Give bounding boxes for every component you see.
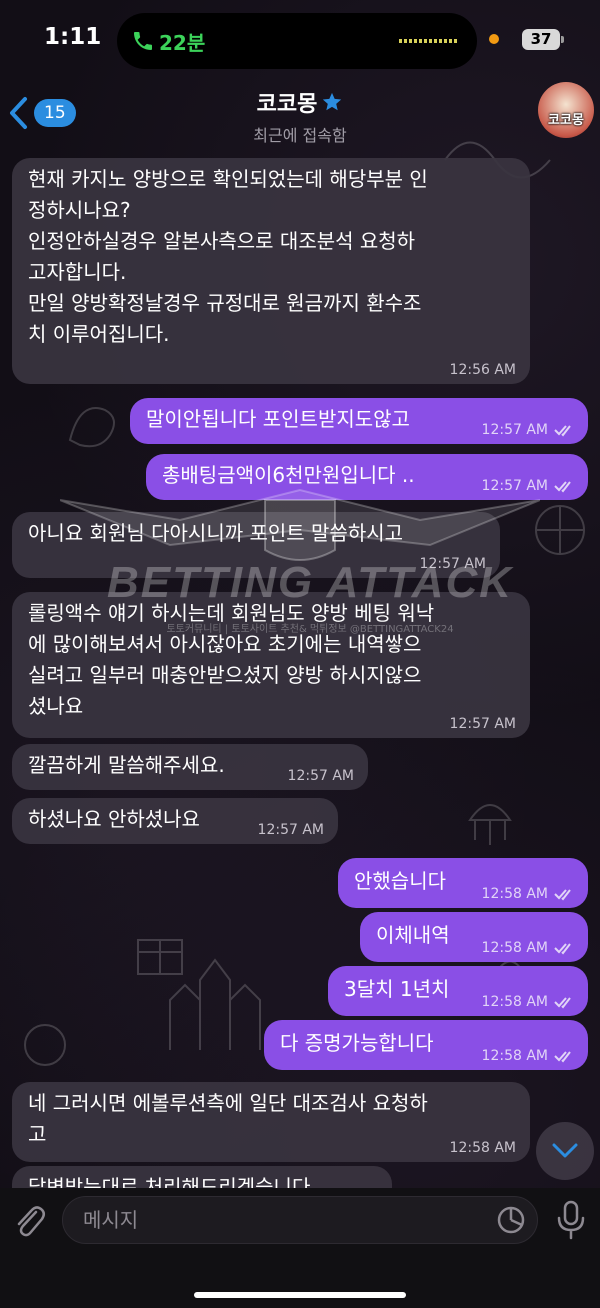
double-check-icon	[554, 889, 571, 901]
dynamic-island-call[interactable]: 22분	[117, 13, 477, 69]
microphone-icon[interactable]	[556, 1200, 586, 1240]
message-bubble-outgoing[interactable]: 이체내역 12:58 AM	[360, 912, 588, 962]
ball-doodle-icon	[24, 1024, 66, 1066]
chat-title-area[interactable]: 코코몽 최근에 접속함	[0, 86, 600, 146]
message-time: 12:56 AM	[449, 362, 516, 378]
message-text: 현재 카지노 양방으로 확인되었는데 해당부분 인 정하시나요? 인정안하실경우…	[28, 167, 428, 346]
message-bubble-incoming[interactable]: 깔끔하게 말씀해주세요. 12:57 AM	[12, 744, 368, 790]
message-bubble-outgoing[interactable]: 3달치 1년치 12:58 AM	[328, 966, 588, 1016]
call-duration: 22분	[159, 31, 206, 55]
double-check-icon	[554, 997, 571, 1009]
message-time: 12:58 AM	[481, 1048, 548, 1064]
message-bubble-outgoing[interactable]: 총배팅금액이6천만원입니다 .. 12:57 AM	[146, 454, 588, 500]
mic-indicator-icon	[489, 34, 499, 44]
last-seen-status: 최근에 접속함	[253, 126, 347, 145]
double-check-icon	[554, 481, 571, 493]
message-bubble-outgoing[interactable]: 말이안됩니다 포인트받지도않고 12:57 AM	[130, 398, 588, 444]
double-check-icon	[554, 1051, 571, 1063]
bird-doodle-icon	[68, 407, 115, 448]
sticker-icon[interactable]	[496, 1205, 526, 1235]
avatar[interactable]: 코코몽	[538, 82, 594, 138]
double-check-icon	[554, 425, 571, 437]
star-icon	[323, 92, 342, 111]
message-input-bar: 메시지	[0, 1188, 600, 1308]
message-time: 12:58 AM	[481, 994, 548, 1010]
message-text: 롤링액수 얘기 하시는데 회원님도 양방 베팅 워낙 에 많이해보셔서 아시잖아…	[28, 601, 435, 718]
avatar-logo-text: 코코몽	[548, 113, 584, 128]
status-bar: 1:11 22분 37	[0, 0, 600, 80]
status-time: 1:11	[44, 24, 102, 50]
battery-indicator: 37	[522, 29, 564, 50]
basketball-doodle-icon	[535, 505, 585, 555]
home-indicator	[194, 1292, 406, 1298]
chat-header: 15 코코몽 최근에 접속함 코코몽	[0, 80, 600, 148]
jellyfish-doodle-icon	[468, 804, 512, 845]
audio-wave-icon	[399, 39, 459, 43]
double-check-icon	[554, 943, 571, 955]
castle-doodle-icon	[169, 958, 261, 1050]
message-bubble-incoming[interactable]: 하셨나요 안하셨나요 12:57 AM	[12, 798, 338, 844]
chevron-down-icon	[552, 1143, 578, 1158]
message-bubble-incoming[interactable]: 아니요 회원님 다아시니까 포인트 말씀하시고 12:57 AM	[12, 512, 500, 578]
message-time: 12:58 AM	[481, 940, 548, 956]
scroll-to-bottom-button[interactable]	[536, 1122, 594, 1180]
message-input[interactable]: 메시지	[62, 1196, 538, 1244]
message-time: 12:57 AM	[449, 716, 516, 732]
message-time: 12:57 AM	[481, 478, 548, 494]
message-text: 아니요 회원님 다아시니까 포인트 말씀하시고	[28, 521, 404, 545]
message-time: 12:58 AM	[481, 886, 548, 902]
message-bubble-incoming[interactable]: 롤링액수 얘기 하시는데 회원님도 양방 베팅 워낙 에 많이해보셔서 아시잖아…	[12, 592, 530, 738]
message-time: 12:58 AM	[449, 1140, 516, 1156]
message-time: 12:57 AM	[419, 556, 486, 572]
paperclip-icon[interactable]	[12, 1200, 46, 1240]
message-text: 네 그러시면 에볼루션측에 일단 대조검사 요청하 고	[28, 1091, 428, 1146]
message-bubble-incoming[interactable]: 네 그러시면 에볼루션측에 일단 대조검사 요청하 고 12:58 AM	[12, 1082, 530, 1162]
message-bubble-outgoing[interactable]: 다 증명가능합니다 12:58 AM	[264, 1020, 588, 1070]
message-bubble-outgoing[interactable]: 안했습니다 12:58 AM	[338, 858, 588, 908]
message-bubble-incoming[interactable]: 현재 카지노 양방으로 확인되었는데 해당부분 인 정하시나요? 인정안하실경우…	[12, 158, 530, 384]
message-time: 12:57 AM	[287, 768, 354, 784]
phone-icon	[134, 32, 152, 50]
chat-title: 코코몽	[256, 92, 318, 117]
message-time: 12:57 AM	[481, 422, 548, 438]
message-time: 12:57 AM	[257, 822, 324, 838]
